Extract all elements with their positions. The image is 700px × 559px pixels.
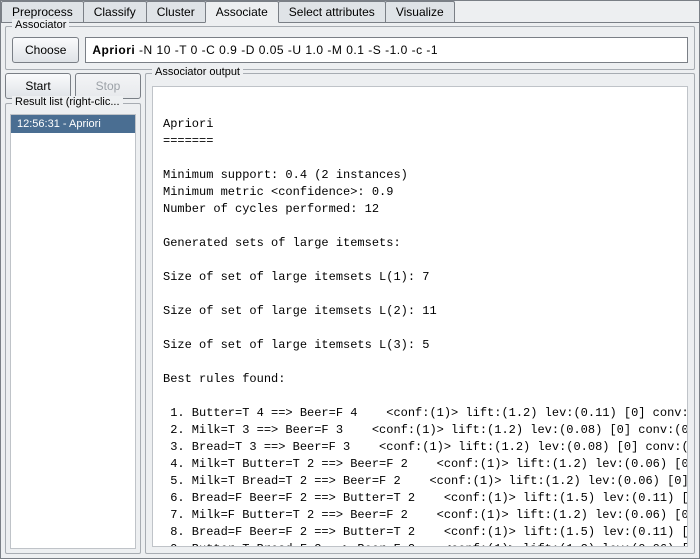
main-area: Start Stop Result list (right-clic... 12…	[5, 73, 695, 554]
associator-command-input[interactable]: Apriori -N 10 -T 0 -C 0.9 -D 0.05 -U 1.0…	[85, 37, 688, 63]
associator-panel-label: Associator	[12, 19, 69, 31]
choose-button[interactable]: Choose	[12, 37, 79, 63]
result-list-panel-label: Result list (right-clic...	[12, 96, 123, 108]
associator-output-panel: Associator output Apriori ======= Minimu…	[145, 73, 695, 554]
tab-cluster[interactable]: Cluster	[146, 1, 206, 22]
app-window: Preprocess Classify Cluster Associate Se…	[0, 0, 700, 559]
tab-associate[interactable]: Associate	[205, 1, 279, 23]
associator-panel: Associator Choose Apriori -N 10 -T 0 -C …	[5, 26, 695, 70]
tab-select-attributes[interactable]: Select attributes	[278, 1, 386, 22]
associator-algorithm-args: -N 10 -T 0 -C 0.9 -D 0.05 -U 1.0 -M 0.1 …	[135, 43, 438, 57]
result-list-panel: Result list (right-clic... 12:56:31 - Ap…	[5, 103, 141, 554]
tab-classify[interactable]: Classify	[83, 1, 147, 22]
associator-output-text[interactable]: Apriori ======= Minimum support: 0.4 (2 …	[152, 86, 688, 547]
result-list[interactable]: 12:56:31 - Apriori	[10, 114, 136, 549]
associator-choose-row: Choose Apriori -N 10 -T 0 -C 0.9 -D 0.05…	[12, 37, 688, 63]
result-list-item[interactable]: 12:56:31 - Apriori	[11, 115, 135, 133]
main-tabs: Preprocess Classify Cluster Associate Se…	[1, 1, 699, 23]
associator-output-panel-label: Associator output	[152, 66, 243, 78]
left-column: Start Stop Result list (right-clic... 12…	[5, 73, 141, 554]
associator-algorithm-name: Apriori	[92, 43, 135, 57]
tab-visualize[interactable]: Visualize	[385, 1, 455, 22]
